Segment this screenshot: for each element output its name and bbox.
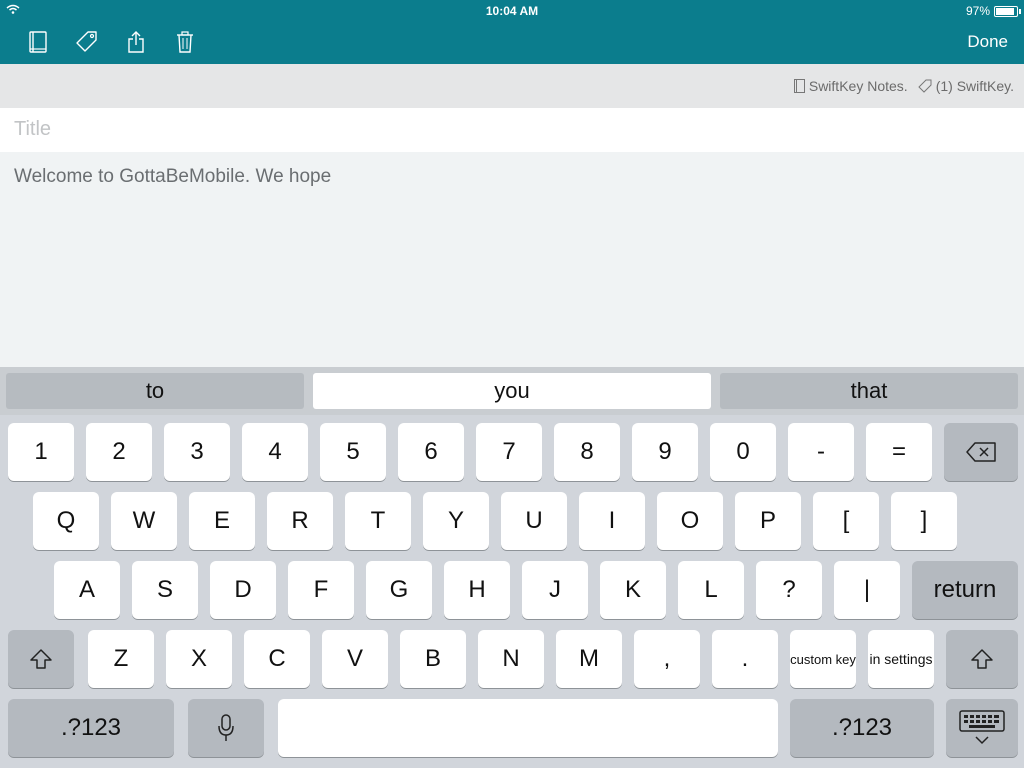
key-z[interactable]: Z: [88, 630, 154, 688]
key-c[interactable]: C: [244, 630, 310, 688]
key-w[interactable]: W: [111, 492, 177, 550]
key-h[interactable]: H: [444, 561, 510, 619]
key-n[interactable]: N: [478, 630, 544, 688]
key-equals[interactable]: =: [866, 423, 932, 481]
note-body-text[interactable]: Welcome to GottaBeMobile. We hope: [14, 166, 331, 188]
battery-icon: [994, 6, 1021, 17]
microphone-icon: [218, 714, 234, 741]
custom-key-2[interactable]: in settings: [868, 630, 934, 688]
key-l[interactable]: L: [678, 561, 744, 619]
key-f[interactable]: F: [288, 561, 354, 619]
keyboard: 1 2 3 4 5 6 7 8 9 0 - = Q W E R T Y U I …: [0, 415, 1024, 768]
key-s[interactable]: S: [132, 561, 198, 619]
key-i[interactable]: I: [579, 492, 645, 550]
backspace-icon: [966, 442, 996, 462]
key-2[interactable]: 2: [86, 423, 152, 481]
shift-left-key[interactable]: [8, 630, 74, 688]
dismiss-keyboard-key[interactable]: [946, 699, 1018, 757]
key-b[interactable]: B: [400, 630, 466, 688]
key-u[interactable]: U: [501, 492, 567, 550]
key-p[interactable]: P: [735, 492, 801, 550]
key-o[interactable]: O: [657, 492, 723, 550]
prediction-right[interactable]: that: [720, 373, 1018, 409]
notebook-small-icon: [793, 79, 805, 93]
numbers-left-key[interactable]: .?123: [8, 699, 174, 757]
key-4[interactable]: 4: [242, 423, 308, 481]
key-k[interactable]: K: [600, 561, 666, 619]
numbers-right-key[interactable]: .?123: [790, 699, 934, 757]
prediction-center[interactable]: you: [313, 373, 711, 409]
dictation-key[interactable]: [188, 699, 264, 757]
shift-icon: [971, 649, 993, 669]
key-3[interactable]: 3: [164, 423, 230, 481]
tag-icon[interactable]: [74, 28, 100, 56]
key-y[interactable]: Y: [423, 492, 489, 550]
tags-link[interactable]: (1) SwiftKey.: [936, 78, 1014, 94]
key-a[interactable]: A: [54, 561, 120, 619]
key-1[interactable]: 1: [8, 423, 74, 481]
key-period[interactable]: .: [712, 630, 778, 688]
key-6[interactable]: 6: [398, 423, 464, 481]
key-9[interactable]: 9: [632, 423, 698, 481]
keyboard-dismiss-icon: [959, 710, 1005, 745]
key-question[interactable]: ?: [756, 561, 822, 619]
key-right-bracket[interactable]: ]: [891, 492, 957, 550]
trash-icon[interactable]: [172, 28, 198, 56]
battery-percent: 97%: [965, 4, 990, 18]
notebook-icon[interactable]: [25, 28, 51, 56]
note-info: SwiftKey Notes. (1) SwiftKey.: [793, 78, 1014, 94]
key-8[interactable]: 8: [554, 423, 620, 481]
title-placeholder[interactable]: Title: [14, 118, 51, 141]
key-g[interactable]: G: [366, 561, 432, 619]
done-button[interactable]: Done: [967, 32, 1008, 52]
return-key[interactable]: return: [912, 561, 1018, 619]
share-icon[interactable]: [123, 28, 149, 56]
key-left-bracket[interactable]: [: [813, 492, 879, 550]
key-q[interactable]: Q: [33, 492, 99, 550]
key-v[interactable]: V: [322, 630, 388, 688]
shift-right-key[interactable]: [946, 630, 1018, 688]
key-e[interactable]: E: [189, 492, 255, 550]
custom-key-1[interactable]: custom key: [790, 630, 856, 688]
key-comma[interactable]: ,: [634, 630, 700, 688]
key-x[interactable]: X: [166, 630, 232, 688]
status-time: 10:04 AM: [485, 4, 539, 18]
key-minus[interactable]: -: [788, 423, 854, 481]
key-5[interactable]: 5: [320, 423, 386, 481]
key-0[interactable]: 0: [710, 423, 776, 481]
key-j[interactable]: J: [522, 561, 588, 619]
key-pipe[interactable]: |: [834, 561, 900, 619]
backspace-key[interactable]: [944, 423, 1018, 481]
tag-small-icon: [917, 79, 932, 93]
shift-icon: [30, 649, 52, 669]
top-toolbar: 10:04 AM 97% Done: [0, 0, 1024, 64]
key-7[interactable]: 7: [476, 423, 542, 481]
key-m[interactable]: M: [556, 630, 622, 688]
title-field[interactable]: [0, 108, 1024, 152]
key-r[interactable]: R: [267, 492, 333, 550]
space-key[interactable]: [278, 699, 778, 757]
prediction-left[interactable]: to: [6, 373, 304, 409]
key-t[interactable]: T: [345, 492, 411, 550]
notebook-link[interactable]: SwiftKey Notes.: [809, 78, 908, 94]
key-d[interactable]: D: [210, 561, 276, 619]
